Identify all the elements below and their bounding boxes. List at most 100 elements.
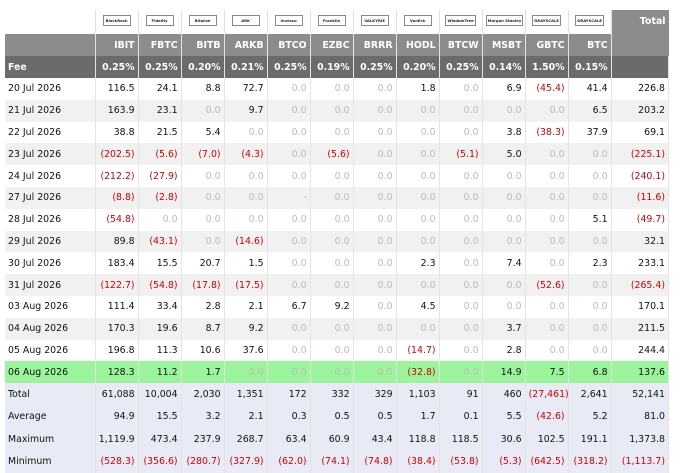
fee-label: Fee [5, 56, 96, 78]
flow-value-cell: 102.5 [525, 428, 569, 451]
issuer-logo: Invesco [274, 15, 303, 26]
flow-value-cell: 0.0 [482, 230, 526, 253]
flow-value-cell: (202.5) [95, 143, 139, 166]
flow-value-cell: 30.6 [482, 428, 526, 451]
ticker-header: ARKB [224, 34, 268, 56]
row-total-cell: 170.1 [611, 295, 670, 318]
flow-value-cell: 473.4 [138, 428, 182, 451]
flow-value-cell: 0.0 [439, 274, 483, 296]
stat-label: Average [5, 405, 96, 429]
flow-value-cell: 0.0 [568, 186, 612, 209]
date-cell: 31 Jul 2026 [5, 274, 96, 296]
issuer-logo: Bitwise [188, 15, 217, 26]
flow-value-cell: 6.8 [568, 361, 612, 384]
flow-value-cell: 1,351 [224, 383, 268, 406]
date-cell: 23 Jul 2026 [5, 143, 96, 166]
flow-value-cell: 0.0 [396, 274, 440, 296]
table-row: 20 Jul 2026 116.5 24.1 8.8 72.7 0.0 0.0 0.0 1.8 0… [5, 78, 670, 100]
flow-value-cell: (53.8) [439, 450, 483, 473]
flow-value-cell: 41.4 [568, 78, 612, 100]
flow-value-cell: 0.0 [224, 208, 268, 231]
flow-value-cell: 0.0 [224, 121, 268, 144]
flow-value-cell: 0.0 [353, 295, 397, 318]
flow-value-cell: 0.0 [353, 252, 397, 275]
flow-value-cell: 24.1 [138, 78, 182, 100]
flow-value-cell: 0.0 [568, 339, 612, 362]
date-cell: 04 Aug 2026 [5, 317, 96, 340]
stat-label: Total [5, 383, 96, 406]
fee-value: 0.20% [396, 56, 440, 78]
date-cell: 30 Jul 2026 [5, 252, 96, 275]
flow-value-cell: (62.0) [267, 450, 311, 473]
flow-value-cell: (17.8) [181, 274, 225, 296]
flow-value-cell: (42.6) [525, 405, 569, 429]
flow-value-cell: (528.3) [95, 450, 139, 473]
date-cell: 22 Jul 2026 [5, 121, 96, 144]
flow-value-cell: 60.9 [310, 428, 354, 451]
flow-value-cell: 118.5 [439, 428, 483, 451]
flow-value-cell: 460 [482, 383, 526, 406]
flow-value-cell: 0.0 [353, 99, 397, 122]
flow-value-cell: 1.7 [396, 405, 440, 429]
flow-value-cell: 5.2 [568, 405, 612, 429]
table-row: 23 Jul 2026 (202.5) (5.6) (7.0) (4.3) 0.0 (5.6… [5, 143, 670, 166]
ticker-row: IBIT FBTC BITB ARKB BTCO EZBC BRRR HODL … [5, 34, 669, 56]
flow-value-cell: 0.0 [267, 252, 311, 275]
fee-row: Fee 0.25% 0.25% 0.20% 0.21% 0.25% 0.19% … [5, 56, 670, 78]
flow-value-cell: 5.0 [482, 143, 526, 166]
flow-value-cell: 0.0 [267, 121, 311, 144]
flow-value-cell: 0.0 [396, 317, 440, 340]
issuer-logo-cell: Bitwise [181, 10, 225, 34]
ticker-corner-cell [5, 34, 96, 56]
flow-value-cell: 15.5 [138, 405, 182, 429]
flow-value-cell: 37.6 [224, 339, 268, 362]
issuer-logo-cell: Invesco [267, 10, 311, 34]
flow-value-cell: (212.2) [95, 165, 139, 187]
flow-value-cell: 268.7 [224, 428, 268, 451]
row-total-cell: (240.1) [611, 165, 670, 187]
flow-value-cell: 6.5 [568, 99, 612, 122]
flow-value-cell: 0.3 [267, 405, 311, 429]
flow-value-cell: 91 [439, 383, 483, 406]
ticker-header: BTCO [267, 34, 311, 56]
row-total-cell: 244.4 [611, 339, 670, 362]
flow-value-cell: 329 [353, 383, 397, 406]
flow-value-cell: 0.0 [310, 230, 354, 253]
flow-value-cell: 0.0 [525, 208, 569, 231]
flow-value-cell: 0.0 [482, 274, 526, 296]
flow-value-cell: 0.0 [181, 99, 225, 122]
flow-value-cell: 0.0 [439, 208, 483, 231]
flow-value-cell: 191.1 [568, 428, 612, 451]
flow-value-cell: (74.1) [310, 450, 354, 473]
flow-value-cell: 1,119.9 [95, 428, 139, 451]
etf-flows-table: BlackRock Fidelity Bitwise ARK Invesco F… [5, 10, 670, 473]
flow-value-cell: 0.0 [310, 99, 354, 122]
date-cell: 20 Jul 2026 [5, 78, 96, 100]
flow-value-cell: 9.7 [224, 99, 268, 122]
fee-value: 0.25% [138, 56, 182, 78]
flow-value-cell: 0.0 [267, 230, 311, 253]
issuer-logo-cell: VanEck [396, 10, 440, 34]
stat-row: Total 61,088 10,004 2,030 1,351 172 332 329 1,10… [5, 383, 670, 406]
date-cell: 29 Jul 2026 [5, 230, 96, 253]
fee-value: 0.15% [568, 56, 612, 78]
table-row: 24 Jul 2026 (212.2) (27.9) 0.0 0.0 0.0 0.0 0.0 0… [5, 165, 670, 187]
corner-cell [5, 10, 96, 34]
flow-value-cell: 6.9 [482, 78, 526, 100]
flow-value-cell: 0.0 [310, 317, 354, 340]
flow-value-cell: 116.5 [95, 78, 139, 100]
issuer-logo: ARK [231, 15, 260, 26]
flow-value-cell: 0.0 [439, 361, 483, 384]
flow-value-cell: 38.8 [95, 121, 139, 144]
flow-value-cell: 0.0 [482, 208, 526, 231]
flow-value-cell: 0.0 [224, 361, 268, 384]
flow-value-cell: 0.0 [568, 230, 612, 253]
flow-value-cell: 0.0 [353, 208, 397, 231]
flow-value-cell: 0.0 [482, 99, 526, 122]
flow-value-cell: 0.0 [482, 186, 526, 209]
issuer-logo: VALKYRIE [360, 15, 389, 26]
flow-value-cell: 0.0 [439, 99, 483, 122]
flow-value-cell: 0.0 [525, 295, 569, 318]
flow-value-cell: (43.1) [138, 230, 182, 253]
flow-value-cell: 0.0 [353, 361, 397, 384]
